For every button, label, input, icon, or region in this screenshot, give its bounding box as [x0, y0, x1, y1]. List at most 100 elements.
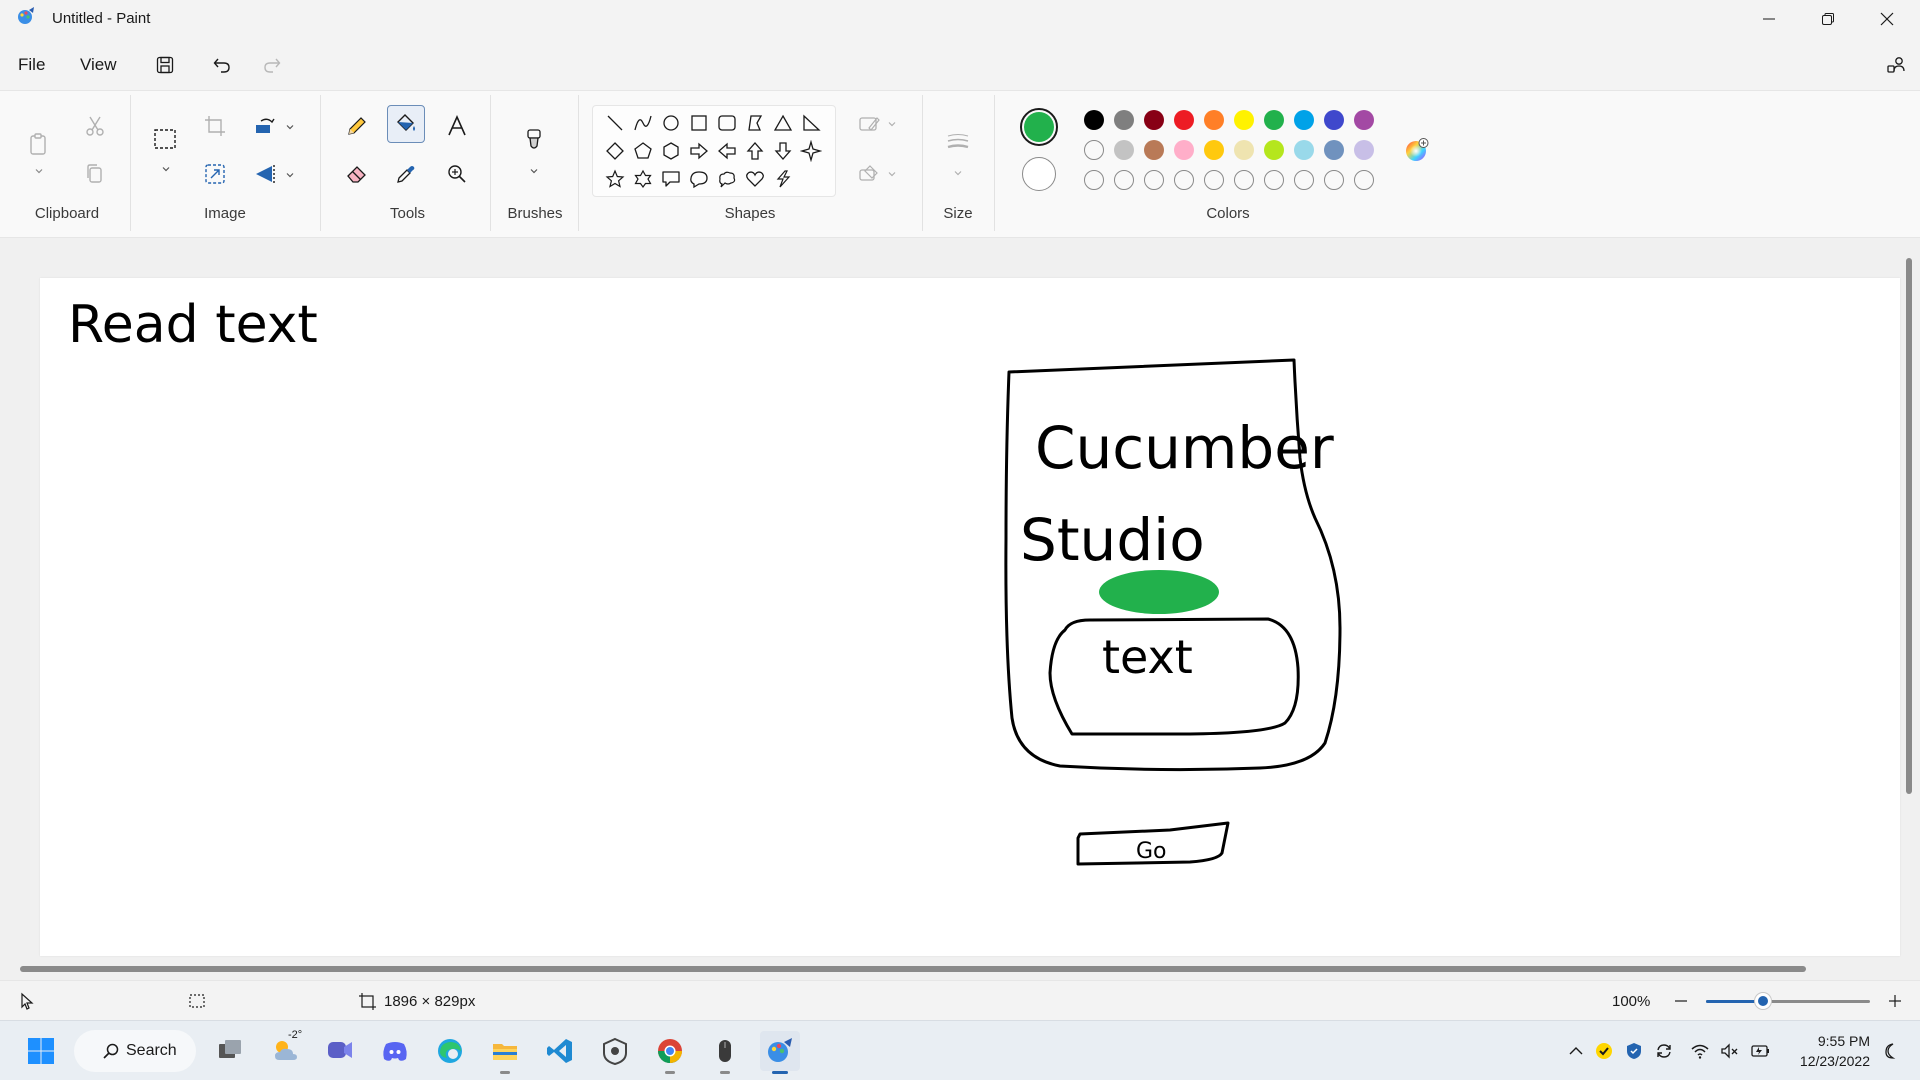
close-button[interactable]: [1860, 0, 1914, 38]
wifi-icon[interactable]: [1690, 1041, 1710, 1061]
copy-button[interactable]: [76, 155, 114, 193]
line-shape-icon[interactable]: [604, 112, 626, 134]
drawing-canvas[interactable]: Read text Cucumber Studio text Go: [40, 278, 1900, 956]
maximize-button[interactable]: [1801, 0, 1855, 38]
heart-shape-icon[interactable]: [744, 168, 766, 190]
triangle-shape-icon[interactable]: [772, 112, 794, 134]
palette-swatch[interactable]: [1234, 170, 1254, 190]
file-explorer-button[interactable]: [485, 1031, 525, 1074]
cut-button[interactable]: [76, 107, 114, 145]
redo-button[interactable]: [256, 50, 288, 80]
volume-muted-icon[interactable]: [1719, 1041, 1739, 1061]
palette-swatch[interactable]: [1264, 170, 1284, 190]
palette-swatch[interactable]: [1174, 110, 1194, 130]
size-button[interactable]: [939, 119, 977, 165]
chevron-down-icon[interactable]: [886, 118, 898, 130]
chevron-down-icon[interactable]: [284, 121, 296, 133]
palette-swatch[interactable]: [1084, 110, 1104, 130]
polygon-shape-icon[interactable]: [744, 112, 766, 134]
cloud-callout-shape-icon[interactable]: [716, 168, 738, 190]
palette-swatch[interactable]: [1114, 140, 1134, 160]
palette-swatch[interactable]: [1264, 110, 1284, 130]
oval-callout-shape-icon[interactable]: [688, 168, 710, 190]
left-arrow-shape-icon[interactable]: [716, 140, 738, 162]
lightning-shape-icon[interactable]: [772, 168, 794, 190]
palette-swatch[interactable]: [1234, 140, 1254, 160]
security-shield-icon[interactable]: [1624, 1041, 1644, 1061]
menu-view[interactable]: View: [76, 53, 121, 77]
notification-moon-icon[interactable]: [1880, 1041, 1900, 1061]
palette-swatch[interactable]: [1114, 170, 1134, 190]
rectangle-callout-shape-icon[interactable]: [660, 168, 682, 190]
select-button[interactable]: [146, 119, 184, 159]
palette-swatch[interactable]: [1144, 170, 1164, 190]
menu-file[interactable]: File: [14, 53, 49, 77]
norton-icon[interactable]: [1594, 1041, 1614, 1061]
rounded-rectangle-shape-icon[interactable]: [716, 112, 738, 134]
primary-color-swatch[interactable]: [1020, 108, 1058, 146]
palette-swatch[interactable]: [1174, 170, 1194, 190]
down-arrow-shape-icon[interactable]: [772, 140, 794, 162]
paste-button[interactable]: [20, 121, 58, 167]
flip-button[interactable]: [246, 155, 284, 193]
zoom-percent[interactable]: 100%: [1612, 993, 1650, 1010]
six-point-star-shape-icon[interactable]: [632, 168, 654, 190]
five-point-star-shape-icon[interactable]: [604, 168, 626, 190]
system-clock[interactable]: 9:55 PM 12/23/2022: [1786, 1031, 1870, 1071]
four-point-star-shape-icon[interactable]: [799, 139, 823, 163]
palette-swatch[interactable]: [1324, 140, 1344, 160]
palette-swatch[interactable]: [1234, 110, 1254, 130]
teams-chat-button[interactable]: [320, 1031, 360, 1071]
palette-swatch[interactable]: [1324, 170, 1344, 190]
palette-swatch[interactable]: [1114, 110, 1134, 130]
taskbar-search[interactable]: Search: [74, 1030, 196, 1072]
battery-charging-icon[interactable]: [1750, 1041, 1770, 1061]
minimize-button[interactable]: [1742, 0, 1796, 38]
diamond-shape-icon[interactable]: [604, 140, 626, 162]
palette-swatch[interactable]: [1324, 110, 1344, 130]
horizontal-scrollbar[interactable]: [20, 966, 1806, 972]
chevron-down-icon[interactable]: [528, 165, 540, 177]
text-button[interactable]: [438, 107, 476, 145]
vertical-scrollbar[interactable]: [1906, 258, 1912, 794]
oval-shape-icon[interactable]: [660, 112, 682, 134]
chevron-down-icon[interactable]: [952, 167, 964, 179]
palette-swatch[interactable]: [1204, 140, 1224, 160]
rectangle-shape-icon[interactable]: [688, 112, 710, 134]
palette-swatch[interactable]: [1294, 140, 1314, 160]
zoom-in-icon[interactable]: [1886, 992, 1904, 1010]
palette-swatch[interactable]: [1354, 170, 1374, 190]
chevron-up-icon[interactable]: [1566, 1041, 1586, 1061]
color-picker-button[interactable]: [387, 155, 425, 193]
palette-swatch[interactable]: [1264, 140, 1284, 160]
account-button[interactable]: [1880, 50, 1912, 80]
zoom-slider-thumb[interactable]: [1755, 993, 1772, 1009]
undo-button[interactable]: [206, 50, 238, 80]
paint-taskbar-button[interactable]: [760, 1031, 800, 1074]
vscode-button[interactable]: [540, 1031, 580, 1071]
secondary-color-swatch[interactable]: [1022, 157, 1056, 191]
pencil-button[interactable]: [338, 107, 376, 145]
palette-swatch[interactable]: [1354, 140, 1374, 160]
crop-button[interactable]: [196, 107, 234, 145]
weather-widget[interactable]: -2°: [266, 1029, 306, 1071]
outline-button[interactable]: [850, 105, 888, 143]
discord-button[interactable]: [375, 1031, 415, 1071]
start-button[interactable]: [21, 1031, 61, 1071]
curve-shape-icon[interactable]: [632, 112, 654, 134]
palette-swatch[interactable]: [1144, 140, 1164, 160]
zoom-slider[interactable]: [1706, 993, 1870, 1009]
image-select-button[interactable]: [196, 155, 234, 193]
eraser-button[interactable]: [338, 155, 376, 193]
steam-button[interactable]: [595, 1031, 635, 1071]
chevron-down-icon[interactable]: [160, 163, 172, 175]
sync-icon[interactable]: [1654, 1041, 1674, 1061]
palette-swatch[interactable]: [1084, 170, 1104, 190]
up-arrow-shape-icon[interactable]: [744, 140, 766, 162]
pentagon-shape-icon[interactable]: [632, 140, 654, 162]
task-view-button[interactable]: [210, 1031, 250, 1071]
palette-swatch[interactable]: [1084, 140, 1104, 160]
palette-swatch[interactable]: [1294, 110, 1314, 130]
fill-button[interactable]: [387, 105, 425, 143]
mouse-app-button[interactable]: [705, 1031, 745, 1074]
